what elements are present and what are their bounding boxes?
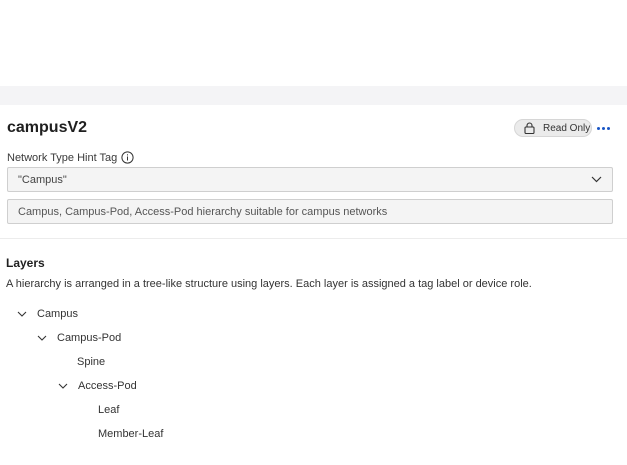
read-only-label: Read Only bbox=[543, 122, 591, 134]
tree-node-member-leaf[interactable]: Member-Leaf bbox=[98, 427, 163, 441]
network-type-label-text: Network Type Hint Tag bbox=[7, 151, 118, 164]
chevron-down-icon[interactable] bbox=[58, 382, 68, 390]
more-dot bbox=[606, 126, 610, 130]
more-dot bbox=[601, 126, 605, 130]
network-type-select[interactable]: "Campus" bbox=[7, 167, 613, 192]
tree-node-label: Campus bbox=[37, 308, 78, 320]
tree-node-campus-pod[interactable]: Campus-Pod bbox=[37, 331, 121, 345]
tree-node-label: Member-Leaf bbox=[98, 428, 164, 440]
more-horizontal-icon bbox=[596, 126, 600, 130]
more-menu-button[interactable] bbox=[595, 119, 611, 137]
tree-node-label: Spine bbox=[77, 356, 106, 368]
tree-node-spine[interactable]: Spine bbox=[77, 355, 105, 369]
lock-icon bbox=[524, 122, 535, 134]
info-icon[interactable] bbox=[121, 151, 134, 164]
top-blank-area bbox=[0, 0, 627, 86]
section-band bbox=[0, 86, 627, 105]
tree-node-access-pod[interactable]: Access-Pod bbox=[58, 379, 137, 393]
tree-node-campus[interactable]: Campus bbox=[17, 307, 78, 321]
network-type-label: Network Type Hint Tag bbox=[7, 151, 134, 164]
network-type-description-text: Campus, Campus-Pod, Access-Pod hierarchy… bbox=[18, 205, 388, 218]
tree-node-label: Leaf bbox=[98, 404, 120, 416]
tree-node-label: Access-Pod bbox=[78, 380, 137, 392]
layers-description: A hierarchy is arranged in a tree-like s… bbox=[6, 278, 532, 290]
tree-node-leaf[interactable]: Leaf bbox=[98, 403, 119, 417]
tree-node-label: Campus-Pod bbox=[57, 332, 122, 344]
network-type-value: "Campus" bbox=[18, 173, 67, 186]
divider bbox=[0, 238, 627, 239]
chevron-down-icon[interactable] bbox=[37, 334, 47, 342]
page-title: campusV2 bbox=[7, 119, 88, 136]
layers-title: Layers bbox=[6, 256, 45, 270]
read-only-badge: Read Only bbox=[514, 119, 592, 137]
chevron-down-icon bbox=[591, 176, 602, 183]
network-type-description: Campus, Campus-Pod, Access-Pod hierarchy… bbox=[7, 199, 613, 224]
chevron-down-icon[interactable] bbox=[17, 310, 27, 318]
